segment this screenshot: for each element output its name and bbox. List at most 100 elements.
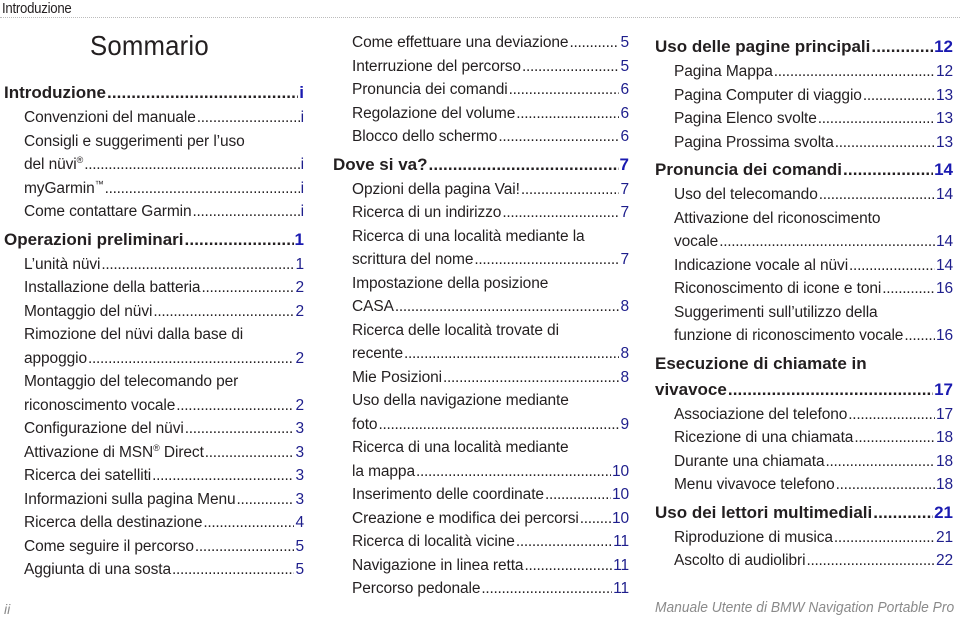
toc-page-number-link[interactable]: 18 (936, 473, 953, 497)
toc-entry[interactable]: Come effettuare una deviazione 5 (333, 31, 629, 55)
toc-page-number-link[interactable]: 5 (620, 55, 629, 79)
toc-page-number-link[interactable]: 6 (620, 78, 629, 102)
toc-entry[interactable]: L’unità nüvi 1 (4, 253, 304, 277)
toc-page-number-link[interactable]: 2 (295, 276, 304, 300)
toc-page-number-link[interactable]: 17 (934, 377, 953, 403)
toc-page-number-link[interactable]: 16 (936, 277, 953, 301)
toc-entry[interactable]: Blocco dello schermo 6 (333, 125, 629, 149)
toc-page-number-link[interactable]: 8 (620, 342, 629, 366)
toc-page-number-link[interactable]: 7 (620, 248, 629, 272)
toc-page-number-link[interactable]: 12 (936, 60, 953, 84)
toc-page-number-link[interactable]: 22 (936, 549, 953, 573)
toc-entry[interactable]: Aggiunta di una sosta 5 (4, 558, 304, 582)
toc-entry[interactable]: Pagina Elenco svolte 13 (655, 107, 953, 131)
toc-page-number-link[interactable]: 10 (612, 460, 629, 484)
toc-entry[interactable]: Convenzioni del manuale i (4, 106, 304, 130)
toc-page-number-link[interactable]: 3 (295, 441, 304, 465)
toc-page-number-link[interactable]: 2 (295, 347, 304, 371)
toc-page-number-link[interactable]: i (301, 153, 304, 177)
toc-section-entry[interactable]: Introduzione i (4, 80, 304, 106)
toc-page-number-link[interactable]: 5 (295, 558, 304, 582)
toc-section-entry[interactable]: Uso delle pagine principali 12 (655, 34, 953, 60)
toc-entry[interactable]: Pronuncia dei comandi 6 (333, 78, 629, 102)
toc-entry[interactable]: Indicazione vocale al nüvi 14 (655, 254, 953, 278)
toc-page-number-link[interactable]: 5 (295, 535, 304, 559)
toc-entry[interactable]: Uso del telecomando 14 (655, 183, 953, 207)
toc-entry[interactable]: Ricerca di un indirizzo 7 (333, 201, 629, 225)
toc-entry[interactable]: Durante una chiamata 18 (655, 450, 953, 474)
toc-entry[interactable]: Mie Posizioni 8 (333, 366, 629, 390)
toc-section-entry[interactable]: Operazioni preliminari 1 (4, 227, 304, 253)
toc-page-number-link[interactable]: 6 (620, 102, 629, 126)
toc-entry[interactable]: Ricerca dei satelliti 3 (4, 464, 304, 488)
toc-page-number-link[interactable]: 11 (613, 530, 629, 554)
toc-section-entry[interactable]: Dove si va? 7 (333, 152, 629, 178)
toc-entry[interactable]: Navigazione in linea retta 11 (333, 554, 629, 578)
toc-page-number-link[interactable]: 17 (936, 403, 953, 427)
toc-entry[interactable]: Montaggio del nüvi 2 (4, 300, 304, 324)
toc-entry[interactable]: Informazioni sulla pagina Menu 3 (4, 488, 304, 512)
toc-entry[interactable]: Attivazione del riconoscimento vocale 14 (655, 207, 953, 254)
toc-entry[interactable]: Ricerca della destinazione 4 (4, 511, 304, 535)
toc-page-number-link[interactable]: 10 (612, 483, 629, 507)
toc-page-number-link[interactable]: 16 (936, 324, 953, 348)
toc-page-number-link[interactable]: 10 (612, 507, 629, 531)
toc-page-number-link[interactable]: 11 (613, 577, 629, 601)
toc-page-number-link[interactable]: 9 (620, 413, 629, 437)
toc-entry[interactable]: myGarmin™ i (4, 177, 304, 201)
toc-page-number-link[interactable]: 8 (620, 295, 629, 319)
toc-page-number-link[interactable]: 1 (295, 227, 304, 253)
toc-entry[interactable]: Associazione del telefono 17 (655, 403, 953, 427)
toc-page-number-link[interactable]: 1 (295, 253, 304, 277)
toc-page-number-link[interactable]: 4 (295, 511, 304, 535)
toc-entry[interactable]: Impostazione della posizione CASA 8 (333, 272, 629, 319)
toc-page-number-link[interactable]: 12 (934, 34, 953, 60)
toc-page-number-link[interactable]: 2 (295, 300, 304, 324)
toc-entry[interactable]: Uso della navigazione mediante foto 9 (333, 389, 629, 436)
toc-entry[interactable]: Ricerca di una località mediante la scrit… (333, 225, 629, 272)
toc-page-number-link[interactable]: 8 (620, 366, 629, 390)
toc-page-number-link[interactable]: 13 (936, 84, 953, 108)
toc-entry[interactable]: Pagina Prossima svolta 13 (655, 131, 953, 155)
toc-page-number-link[interactable]: 14 (936, 230, 953, 254)
toc-section-entry[interactable]: Esecuzione di chiamate in vivavoce 17 (655, 351, 953, 403)
toc-entry[interactable]: Come seguire il percorso 5 (4, 535, 304, 559)
toc-page-number-link[interactable]: 7 (620, 152, 629, 178)
toc-page-number-link[interactable]: 3 (295, 488, 304, 512)
toc-entry[interactable]: Montaggio del telecomando per riconoscime… (4, 370, 304, 417)
toc-entry[interactable]: Creazione e modifica dei percorsi 10 (333, 507, 629, 531)
toc-page-number-link[interactable]: 21 (936, 526, 953, 550)
toc-entry[interactable]: Ricerca di una località mediante la mappa… (333, 436, 629, 483)
toc-page-number-link[interactable]: 21 (934, 500, 953, 526)
toc-entry[interactable]: Pagina Computer di viaggio 13 (655, 84, 953, 108)
toc-entry[interactable]: Percorso pedonale 11 (333, 577, 629, 601)
toc-entry[interactable]: Opzioni della pagina Vai! 7 (333, 178, 629, 202)
toc-entry[interactable]: Menu vivavoce telefono 18 (655, 473, 953, 497)
toc-section-entry[interactable]: Uso dei lettori multimediali 21 (655, 500, 953, 526)
toc-entry[interactable]: Ascolto di audiolibri 22 (655, 549, 953, 573)
toc-entry[interactable]: Riconoscimento di icone e toni 16 (655, 277, 953, 301)
toc-entry[interactable]: Ricezione di una chiamata 18 (655, 426, 953, 450)
toc-entry[interactable]: Consigli e suggerimenti per l’uso del nüv… (4, 130, 304, 177)
toc-entry[interactable]: Suggerimenti sull’utilizzo della funzione… (655, 301, 953, 348)
toc-entry[interactable]: Come contattare Garmin i (4, 200, 304, 224)
toc-page-number-link[interactable]: 5 (620, 31, 629, 55)
toc-page-number-link[interactable]: 13 (936, 107, 953, 131)
toc-page-number-link[interactable]: 11 (613, 554, 629, 578)
toc-entry[interactable]: Installazione della batteria 2 (4, 276, 304, 300)
toc-page-number-link[interactable]: 3 (295, 417, 304, 441)
toc-entry[interactable]: Ricerca delle località trovate di recente… (333, 319, 629, 366)
toc-entry[interactable]: Ricerca di località vicine 11 (333, 530, 629, 554)
toc-page-number-link[interactable]: 14 (936, 254, 953, 278)
toc-entry[interactable]: Riproduzione di musica 21 (655, 526, 953, 550)
toc-entry[interactable]: Regolazione del volume 6 (333, 102, 629, 126)
toc-page-number-link[interactable]: 14 (934, 157, 953, 183)
toc-section-entry[interactable]: Pronuncia dei comandi 14 (655, 157, 953, 183)
toc-page-number-link[interactable]: 6 (620, 125, 629, 149)
toc-page-number-link[interactable]: i (299, 80, 304, 106)
toc-entry[interactable]: Configurazione del nüvi 3 (4, 417, 304, 441)
toc-page-number-link[interactable]: i (301, 200, 304, 224)
toc-page-number-link[interactable]: 14 (936, 183, 953, 207)
toc-page-number-link[interactable]: i (301, 177, 304, 201)
toc-entry[interactable]: Inserimento delle coordinate 10 (333, 483, 629, 507)
